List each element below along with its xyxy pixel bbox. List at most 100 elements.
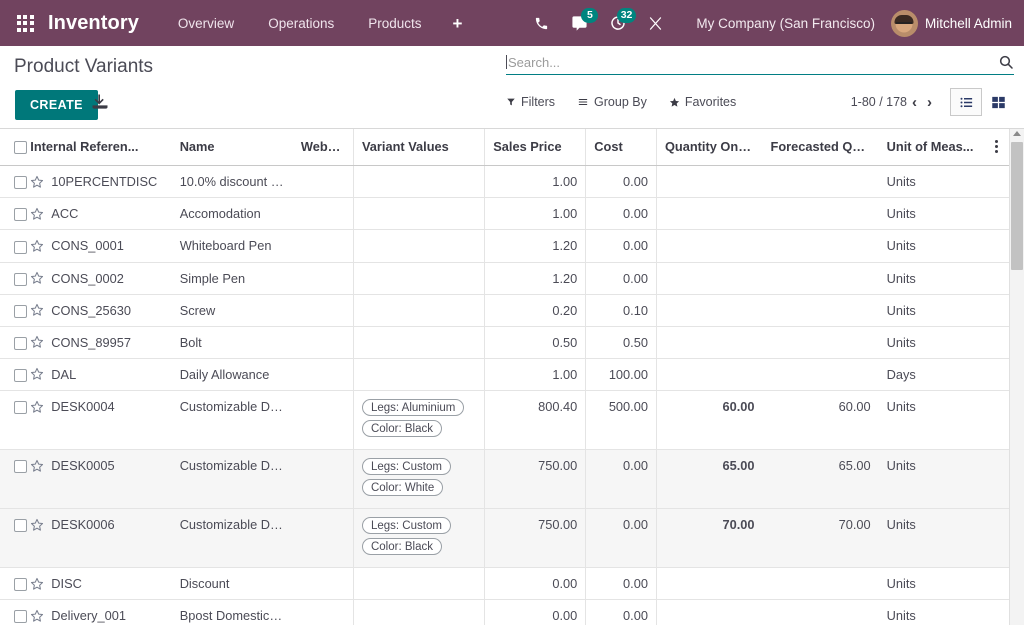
cell-name[interactable]: Discount xyxy=(172,568,293,600)
filters-dropdown[interactable]: Filters xyxy=(506,95,555,109)
cell-variant-values[interactable] xyxy=(353,262,484,294)
cell-website[interactable] xyxy=(293,326,354,358)
cell-website[interactable] xyxy=(293,450,354,509)
cell-website[interactable] xyxy=(293,509,354,568)
column-header-name[interactable]: Name xyxy=(172,129,293,166)
column-header-internal-reference[interactable]: Internal Referen... xyxy=(30,129,171,166)
favorite-star-icon[interactable] xyxy=(30,400,44,414)
cell-variant-values[interactable] xyxy=(353,358,484,390)
cell-variant-values[interactable] xyxy=(353,230,484,262)
cell-quantity-on-hand[interactable] xyxy=(656,600,762,625)
row-checkbox[interactable] xyxy=(14,241,27,254)
scroll-up-arrow-icon[interactable] xyxy=(1013,131,1021,136)
favorite-star-icon[interactable] xyxy=(30,303,44,317)
cell-website[interactable] xyxy=(293,198,354,230)
cell-cost[interactable]: 100.00 xyxy=(586,358,657,390)
cell-cost[interactable]: 0.10 xyxy=(586,294,657,326)
cell-cost[interactable]: 500.00 xyxy=(586,391,657,450)
cell-website[interactable] xyxy=(293,358,354,390)
cell-cost[interactable]: 0.00 xyxy=(586,198,657,230)
column-header-quantity-on-hand[interactable]: Quantity On Ha... xyxy=(656,129,762,166)
cell-sales-price[interactable]: 0.50 xyxy=(485,326,586,358)
phone-icon[interactable] xyxy=(523,0,560,46)
cell-unit-of-measure[interactable]: Units xyxy=(879,294,985,326)
company-selector[interactable]: My Company (San Francisco) xyxy=(674,16,891,31)
row-checkbox[interactable] xyxy=(14,208,27,221)
cell-unit-of-measure[interactable]: Units xyxy=(879,262,985,294)
cell-variant-values[interactable]: Legs: AluminiumColor: Black xyxy=(353,391,484,450)
cell-variant-values[interactable] xyxy=(353,166,484,198)
cell-name[interactable]: Customizable Desk xyxy=(172,391,293,450)
cell-cost[interactable]: 0.50 xyxy=(586,326,657,358)
cell-internal-reference[interactable]: CONS_89957 xyxy=(30,326,171,358)
cell-unit-of-measure[interactable]: Units xyxy=(879,166,985,198)
row-checkbox[interactable] xyxy=(14,610,27,623)
table-row[interactable]: 10PERCENTDISC10.0% discount o...1.000.00… xyxy=(0,166,1009,198)
cell-internal-reference[interactable]: CONS_0001 xyxy=(30,230,171,262)
cell-forecasted-quantity[interactable] xyxy=(763,262,879,294)
cell-forecasted-quantity[interactable] xyxy=(763,568,879,600)
cell-name[interactable]: Screw xyxy=(172,294,293,326)
cell-sales-price[interactable]: 800.40 xyxy=(485,391,586,450)
cell-internal-reference[interactable]: DAL xyxy=(30,358,171,390)
cell-sales-price[interactable]: 1.00 xyxy=(485,358,586,390)
cell-variant-values[interactable]: Legs: CustomColor: Black xyxy=(353,509,484,568)
column-header-cost[interactable]: Cost xyxy=(586,129,657,166)
cell-sales-price[interactable]: 1.00 xyxy=(485,198,586,230)
cell-cost[interactable]: 0.00 xyxy=(586,568,657,600)
column-header-variant-values[interactable]: Variant Values xyxy=(353,129,484,166)
list-view-button[interactable] xyxy=(950,88,982,116)
cell-variant-values[interactable]: Legs: CustomColor: White xyxy=(353,450,484,509)
favorite-star-icon[interactable] xyxy=(30,175,44,189)
favorite-star-icon[interactable] xyxy=(30,459,44,473)
cell-quantity-on-hand[interactable] xyxy=(656,326,762,358)
cell-forecasted-quantity[interactable] xyxy=(763,230,879,262)
cell-internal-reference[interactable]: DISC xyxy=(30,568,171,600)
menu-item-overview[interactable]: Overview xyxy=(161,16,251,31)
cell-quantity-on-hand[interactable]: 65.00 xyxy=(656,450,762,509)
cell-quantity-on-hand[interactable] xyxy=(656,568,762,600)
cell-name[interactable]: Customizable Desk xyxy=(172,450,293,509)
select-all-checkbox[interactable] xyxy=(14,141,27,154)
cell-website[interactable] xyxy=(293,294,354,326)
cell-website[interactable] xyxy=(293,600,354,625)
table-row[interactable]: CONS_25630Screw0.200.10Units xyxy=(0,294,1009,326)
activities-clock-icon[interactable]: 32 xyxy=(599,0,637,46)
cell-cost[interactable]: 0.00 xyxy=(586,166,657,198)
cell-quantity-on-hand[interactable] xyxy=(656,262,762,294)
table-row[interactable]: Delivery_001Bpost Domestic b...0.000.00U… xyxy=(0,600,1009,625)
user-menu[interactable]: Mitchell Admin xyxy=(891,10,1024,37)
cell-variant-values[interactable] xyxy=(353,600,484,625)
cell-website[interactable] xyxy=(293,391,354,450)
favorite-star-icon[interactable] xyxy=(30,239,44,253)
row-checkbox[interactable] xyxy=(14,519,27,532)
cell-cost[interactable]: 0.00 xyxy=(586,262,657,294)
favorite-star-icon[interactable] xyxy=(30,518,44,532)
cell-cost[interactable]: 0.00 xyxy=(586,600,657,625)
cell-name[interactable]: Bpost Domestic b... xyxy=(172,600,293,625)
cell-variant-values[interactable] xyxy=(353,568,484,600)
cell-name[interactable]: Whiteboard Pen xyxy=(172,230,293,262)
favorite-star-icon[interactable] xyxy=(30,271,44,285)
cell-unit-of-measure[interactable]: Units xyxy=(879,391,985,450)
cell-internal-reference[interactable]: CONS_25630 xyxy=(30,294,171,326)
cell-website[interactable] xyxy=(293,230,354,262)
developer-tools-icon[interactable] xyxy=(637,0,674,46)
chevron-right-icon[interactable]: › xyxy=(922,95,937,110)
messages-icon[interactable]: 5 xyxy=(560,0,599,46)
cell-name[interactable]: Customizable Desk xyxy=(172,509,293,568)
cell-sales-price[interactable]: 0.00 xyxy=(485,600,586,625)
row-checkbox[interactable] xyxy=(14,460,27,473)
cell-forecasted-quantity[interactable] xyxy=(763,166,879,198)
menu-item-products[interactable]: Products xyxy=(351,16,438,31)
favorite-star-icon[interactable] xyxy=(30,207,44,221)
cell-forecasted-quantity[interactable] xyxy=(763,294,879,326)
cell-quantity-on-hand[interactable] xyxy=(656,166,762,198)
chevron-left-icon[interactable]: ‹ xyxy=(907,95,922,110)
column-header-forecasted-quantity[interactable]: Forecasted Quan... xyxy=(763,129,879,166)
table-row[interactable]: ACCAccomodation1.000.00Units xyxy=(0,198,1009,230)
app-brand-inventory[interactable]: Inventory xyxy=(48,12,139,35)
favorite-star-icon[interactable] xyxy=(30,335,44,349)
row-checkbox[interactable] xyxy=(14,337,27,350)
cell-cost[interactable]: 0.00 xyxy=(586,450,657,509)
